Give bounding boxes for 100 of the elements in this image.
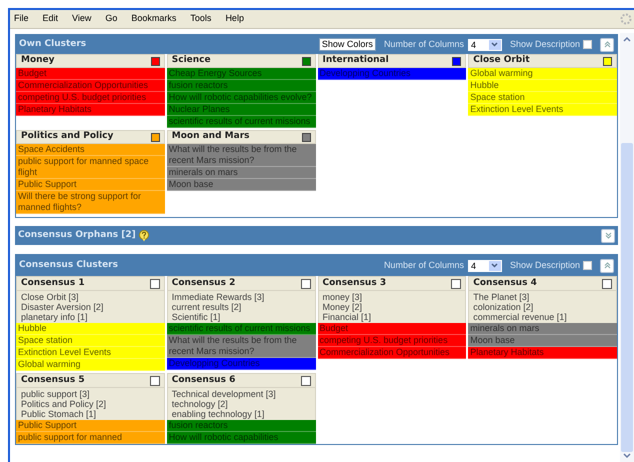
color-swatch[interactable] xyxy=(302,132,310,142)
columns-dropdown[interactable]: 4 xyxy=(468,38,502,50)
cluster-item[interactable]: What will the results be from the recent Mars mission? xyxy=(166,335,316,358)
cluster-title: Money xyxy=(21,54,55,68)
cluster-item[interactable]: Planetary Habitats xyxy=(468,347,617,359)
cluster-item[interactable]: Extinction Level Events xyxy=(468,104,617,116)
cluster-title: Consensus 1 xyxy=(21,276,85,290)
cluster-item[interactable]: Space station xyxy=(16,335,165,347)
menu-item[interactable]: Tools xyxy=(190,12,212,26)
columns-dropdown[interactable]: 4 xyxy=(468,260,502,272)
cluster-item[interactable]: Hubble xyxy=(16,323,165,335)
cluster-item[interactable]: Will there be strong support for manned flights? xyxy=(16,191,165,214)
show-colors-button[interactable]: Show Colors xyxy=(318,38,376,51)
checkbox[interactable] xyxy=(150,278,160,288)
cluster-item[interactable]: fusion reactors xyxy=(166,80,316,92)
scrollbar-thumb[interactable] xyxy=(621,143,633,452)
checkbox[interactable] xyxy=(300,376,310,386)
menu-item[interactable]: Edit xyxy=(42,12,58,26)
cluster-item[interactable]: scientific results of current missions xyxy=(166,116,316,128)
panel-title: Own Clusters xyxy=(19,38,86,51)
cluster-title: Close Orbit xyxy=(473,54,530,68)
show-description-label: Show Description xyxy=(510,38,580,51)
cluster-title: International xyxy=(322,54,389,68)
keyword-text: Technical development [3] xyxy=(172,389,277,399)
menu-item[interactable]: View xyxy=(72,12,92,26)
color-swatch[interactable] xyxy=(150,56,160,66)
keyword-text: colonization [2] xyxy=(473,302,534,312)
cluster-item[interactable]: Public Support xyxy=(16,179,165,191)
panel-title: Consensus Clusters xyxy=(19,258,118,272)
dropdown-arrow-icon xyxy=(488,260,501,270)
cluster-item[interactable]: Planetary Habitats xyxy=(16,104,165,116)
cluster-item[interactable]: Nuclear Planes xyxy=(166,104,316,116)
cluster-item[interactable]: How will robotic capabilities xyxy=(166,432,316,444)
keyword-text: planetary info [1] xyxy=(21,312,89,322)
cluster-item[interactable]: minerals on mars xyxy=(166,167,316,179)
cluster-item[interactable]: Moon base xyxy=(468,335,617,347)
scroll-up-icon[interactable] xyxy=(622,35,632,43)
cluster-title: Science xyxy=(172,54,211,68)
cluster-item[interactable]: Public Support xyxy=(16,420,165,432)
menu-item[interactable]: Go xyxy=(105,12,118,26)
cluster-item[interactable]: competing U.S. budget priorities xyxy=(16,92,165,104)
collapse-icon xyxy=(604,41,610,48)
expand-icon xyxy=(604,232,612,239)
cluster-item[interactable]: Commercialization Opportunities xyxy=(318,347,466,359)
color-swatch[interactable] xyxy=(302,56,310,66)
keyword-text: current results [2] xyxy=(172,302,242,312)
menu-item[interactable]: Help xyxy=(225,12,244,26)
cluster-title: Moon and Mars xyxy=(172,130,250,144)
keyword-text: commercial revenue [1] xyxy=(473,312,568,322)
show-description-label: Show Description xyxy=(510,258,580,272)
color-swatch[interactable] xyxy=(603,56,612,66)
cluster-item[interactable]: Budget xyxy=(16,68,165,80)
cluster-item[interactable]: Space station xyxy=(468,92,617,104)
cluster-item[interactable]: Moon base xyxy=(166,179,316,191)
keyword-text: Public Stomach [1] xyxy=(21,409,98,419)
cluster-title: Consensus 3 xyxy=(322,276,386,290)
cluster-title: Consensus 4 xyxy=(473,276,537,290)
keyword-text: Disaster Aversion [2] xyxy=(21,302,104,312)
cluster-item[interactable]: Space Accidents xyxy=(16,144,165,156)
cluster-item[interactable]: Cheap Energy Sources xyxy=(166,68,316,80)
keyword-text: Immediate Rewards [3] xyxy=(172,292,266,302)
cluster-item[interactable]: Hubble xyxy=(468,80,617,92)
cluster-item[interactable]: Global warming xyxy=(468,68,617,80)
cluster-item[interactable]: public support for manned xyxy=(16,432,165,444)
cluster-item[interactable]: What will the results be from the recent Mars mission? xyxy=(166,144,316,167)
help-icon[interactable] xyxy=(138,230,149,242)
columns-label: Number of Columns xyxy=(384,38,464,51)
color-swatch[interactable] xyxy=(452,56,462,66)
cluster-item[interactable]: Budget xyxy=(318,323,466,335)
cluster-item[interactable]: How will robotic capabilities evolve? xyxy=(166,92,316,104)
dropdown-arrow-icon xyxy=(488,40,501,50)
menu-item[interactable]: File xyxy=(14,12,29,26)
checkbox[interactable] xyxy=(150,376,160,386)
cluster-title: Politics and Policy xyxy=(21,130,114,144)
checkbox[interactable] xyxy=(300,278,310,288)
cluster-item[interactable]: fusion reactors xyxy=(166,420,316,432)
throbber-icon xyxy=(620,13,632,25)
cluster-item[interactable]: scientific results of current missions xyxy=(166,323,316,335)
keyword-text: The Planet [3] xyxy=(473,292,530,302)
cluster-item[interactable]: public support for manned space flight xyxy=(16,156,165,179)
scrollbar[interactable] xyxy=(620,33,634,462)
keyword-text: technology [2] xyxy=(172,399,229,409)
cluster-item[interactable]: minerals on mars xyxy=(468,323,617,335)
expand-button[interactable] xyxy=(601,228,615,242)
columns-label: Number of Columns xyxy=(384,258,464,272)
checkbox[interactable] xyxy=(451,278,462,288)
cluster-item[interactable]: Commercialization Opportunities xyxy=(16,80,165,92)
cluster-item[interactable]: Extinction Level Events xyxy=(16,347,165,359)
collapse-button[interactable] xyxy=(600,38,614,52)
menu-item[interactable]: Bookmarks xyxy=(131,12,176,26)
cluster-item[interactable]: competing U.S. budget priorities xyxy=(318,335,466,347)
collapse-button[interactable] xyxy=(600,258,614,272)
keyword-text: money [3] xyxy=(322,292,364,302)
cluster-item[interactable]: Global warming xyxy=(16,359,165,371)
checkbox[interactable] xyxy=(602,278,612,288)
scroll-down-icon[interactable] xyxy=(622,452,632,460)
keyword-text: Money [2] xyxy=(322,302,364,312)
panel-title: Consensus Orphans [2] xyxy=(18,228,136,242)
collapse-icon xyxy=(604,262,610,269)
color-swatch[interactable] xyxy=(150,132,160,142)
